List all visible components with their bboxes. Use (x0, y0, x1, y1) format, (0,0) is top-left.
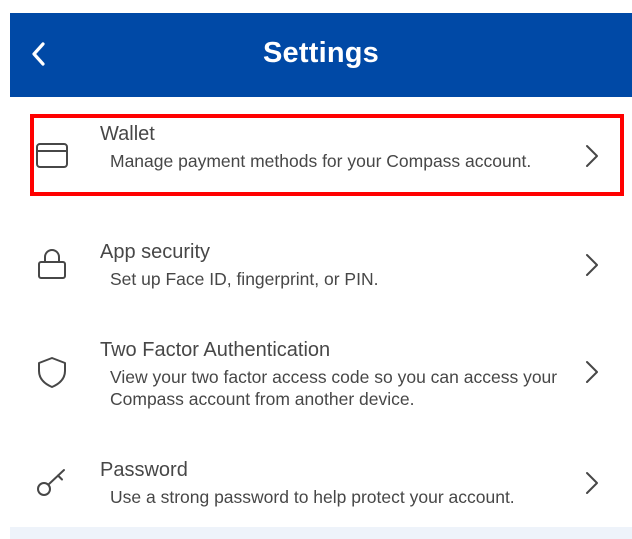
chevron-right-icon (586, 254, 598, 276)
app-security-title: App security (100, 241, 211, 263)
password-description: Use a strong password to help protect yo… (110, 487, 515, 507)
settings-item-app-security[interactable]: App security Set up Face ID, fingerprint… (10, 232, 632, 296)
wallet-title: Wallet (100, 123, 155, 145)
chevron-right-icon (586, 472, 598, 494)
two-factor-description: View your two factor access code so you … (110, 367, 558, 409)
shield-icon (38, 357, 66, 388)
app-security-description: Set up Face ID, fingerprint, or PIN. (110, 269, 379, 289)
footer-band (10, 527, 632, 539)
lock-icon (38, 249, 66, 279)
chevron-right-icon (586, 361, 598, 383)
wallet-description: Manage payment methods for your Compass … (110, 151, 532, 171)
key-icon (37, 469, 65, 496)
two-factor-title: Two Factor Authentication (100, 339, 331, 361)
settings-item-password[interactable]: Password Use a strong password to help p… (10, 450, 632, 514)
app-header: Settings (10, 13, 632, 97)
settings-item-wallet[interactable]: Wallet Manage payment methods for your C… (10, 114, 632, 196)
settings-item-two-factor[interactable]: Two Factor Authentication View your two … (10, 330, 632, 416)
chevron-right-icon (586, 145, 598, 167)
credit-card-icon (36, 143, 68, 168)
password-title: Password (100, 459, 188, 481)
page-title: Settings (263, 37, 379, 69)
